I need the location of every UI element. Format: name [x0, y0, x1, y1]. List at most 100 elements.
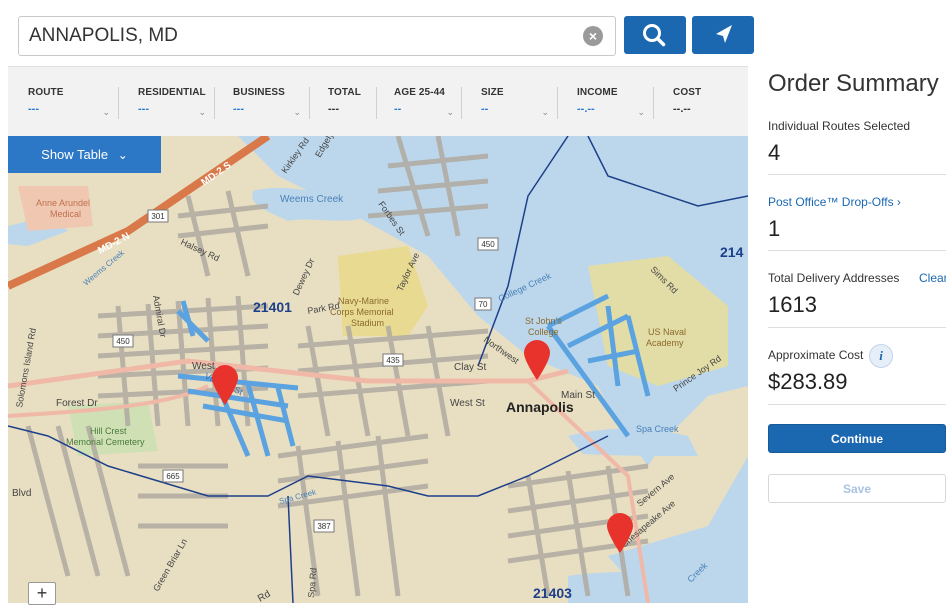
filter-value: --- — [28, 103, 39, 115]
info-icon[interactable]: i — [869, 344, 893, 368]
poi-label: Hill Crest — [90, 426, 127, 436]
post-office-dropoffs-value: 1 — [768, 216, 781, 241]
divider — [376, 87, 377, 119]
filter-label: RESIDENTIAL — [138, 87, 206, 98]
filter-label: BUSINESS — [233, 87, 285, 98]
poi-label: Navy-Marine — [338, 296, 389, 306]
filter-total: TOTAL --- — [328, 87, 378, 123]
chevron-down-icon: ⌄ — [102, 107, 110, 117]
routes-selected-value: 4 — [768, 140, 781, 165]
chevron-down-icon: ⌄ — [637, 107, 645, 117]
divider — [118, 87, 119, 119]
filter-label: ROUTE — [28, 87, 64, 98]
filter-size[interactable]: SIZE -- ⌄ — [481, 87, 549, 123]
filter-income[interactable]: INCOME --.-- ⌄ — [577, 87, 645, 123]
route-map[interactable]: 301 450 450 70 435 665 387 21401 21403 2… — [8, 136, 748, 603]
zoom-in-button[interactable]: + — [28, 582, 56, 605]
total-addresses-label: Total Delivery Addresses — [768, 271, 900, 285]
search-icon — [643, 24, 666, 47]
poi-label: Stadium — [351, 318, 384, 328]
search-button[interactable] — [624, 16, 686, 54]
divider — [557, 87, 558, 119]
zip-label: 21403 — [533, 585, 572, 601]
continue-button[interactable]: Continue — [768, 424, 946, 453]
approximate-cost-label: Approximate Cost — [768, 348, 864, 362]
divider — [768, 327, 946, 328]
filter-value: --.-- — [577, 103, 595, 115]
order-summary-title: Order Summary — [768, 70, 939, 97]
shield-label: 450 — [481, 240, 495, 249]
search-bar: × — [18, 16, 616, 56]
filter-route[interactable]: ROUTE --- ⌄ — [28, 87, 110, 123]
poi-label: Medical — [50, 209, 81, 219]
filter-value: --- — [328, 103, 339, 115]
filter-value: --- — [138, 103, 149, 115]
filter-label: SIZE — [481, 87, 504, 98]
show-table-label: Show Table — [41, 147, 109, 162]
poi-label: Anne Arundel — [36, 198, 90, 208]
chevron-down-icon: ⌄ — [117, 148, 128, 162]
chevron-down-icon: ⌄ — [198, 107, 206, 117]
divider — [768, 404, 946, 405]
water-label: Weems Creek — [280, 194, 344, 205]
filter-value: -- — [394, 103, 402, 115]
search-input[interactable] — [29, 23, 569, 49]
filter-label: COST — [673, 87, 702, 98]
approximate-cost-value: $283.89 — [768, 369, 848, 394]
filter-label: TOTAL — [328, 87, 361, 98]
filter-cost: COST --.-- — [673, 87, 733, 123]
poi-label: College — [528, 327, 559, 337]
total-addresses-value: 1613 — [768, 292, 817, 317]
city-label: Annapolis — [506, 399, 574, 415]
clear-link[interactable]: Clear — [919, 271, 946, 285]
filter-residential[interactable]: RESIDENTIAL --- ⌄ — [138, 87, 206, 123]
street-label: Clay St — [454, 362, 486, 373]
shield-label: 387 — [317, 522, 331, 531]
divider — [768, 250, 946, 251]
filter-value: --.-- — [673, 103, 691, 115]
poi-label: Academy — [646, 338, 684, 348]
clear-search-button[interactable]: × — [583, 26, 603, 46]
order-summary-panel: Order Summary Individual Routes Selected… — [768, 0, 946, 603]
divider — [309, 87, 310, 119]
shield-label: 435 — [386, 356, 400, 365]
routes-selected-label: Individual Routes Selected — [768, 119, 911, 133]
filter-value: --- — [233, 103, 244, 115]
chevron-down-icon: ⌄ — [293, 107, 301, 117]
zip-label: 214 — [720, 244, 744, 260]
show-table-button[interactable]: Show Table ⌄ — [8, 136, 161, 173]
street-label: Main St — [561, 390, 595, 401]
divider — [768, 174, 946, 175]
poi-label: Memorial Cemetery — [66, 437, 145, 447]
zip-label: 21401 — [253, 299, 292, 315]
filter-age[interactable]: AGE 25-44 -- ⌄ — [394, 87, 454, 123]
divider — [653, 87, 654, 119]
shield-label: 70 — [479, 300, 488, 309]
locate-me-button[interactable] — [692, 16, 754, 54]
chevron-down-icon: ⌄ — [446, 107, 454, 117]
chevron-down-icon: ⌄ — [541, 107, 549, 117]
shield-label: 450 — [116, 337, 130, 346]
map-pin-icon[interactable] — [211, 364, 239, 406]
map-pin-icon[interactable] — [523, 339, 551, 381]
filter-label: INCOME — [577, 87, 618, 98]
water-label: Spa Creek — [636, 424, 679, 434]
street-label: Blvd — [12, 488, 31, 499]
filter-label: AGE 25-44 — [394, 87, 445, 98]
map-pin-icon[interactable] — [606, 512, 634, 554]
map-canvas: 301 450 450 70 435 665 387 21401 21403 2… — [8, 136, 748, 603]
route-filter-bar: ROUTE --- ⌄ RESIDENTIAL --- ⌄ BUSINESS -… — [8, 66, 748, 137]
location-arrow-icon — [716, 25, 732, 43]
divider — [461, 87, 462, 119]
main-panel: × ROUTE --- ⌄ RESIDENTIAL --- ⌄ BUSINESS… — [8, 0, 754, 605]
poi-label: US Naval — [648, 327, 686, 337]
post-office-dropoffs-link[interactable]: Post Office™ Drop-Offs › — [768, 195, 901, 209]
shield-label: 301 — [151, 212, 165, 221]
save-button[interactable]: Save — [768, 474, 946, 503]
filter-business[interactable]: BUSINESS --- ⌄ — [233, 87, 301, 123]
shield-label: 665 — [166, 472, 180, 481]
street-label: West St — [450, 398, 485, 409]
street-label: Forest Dr — [56, 398, 98, 409]
filter-value: -- — [481, 103, 489, 115]
poi-label: St John's — [525, 316, 562, 326]
